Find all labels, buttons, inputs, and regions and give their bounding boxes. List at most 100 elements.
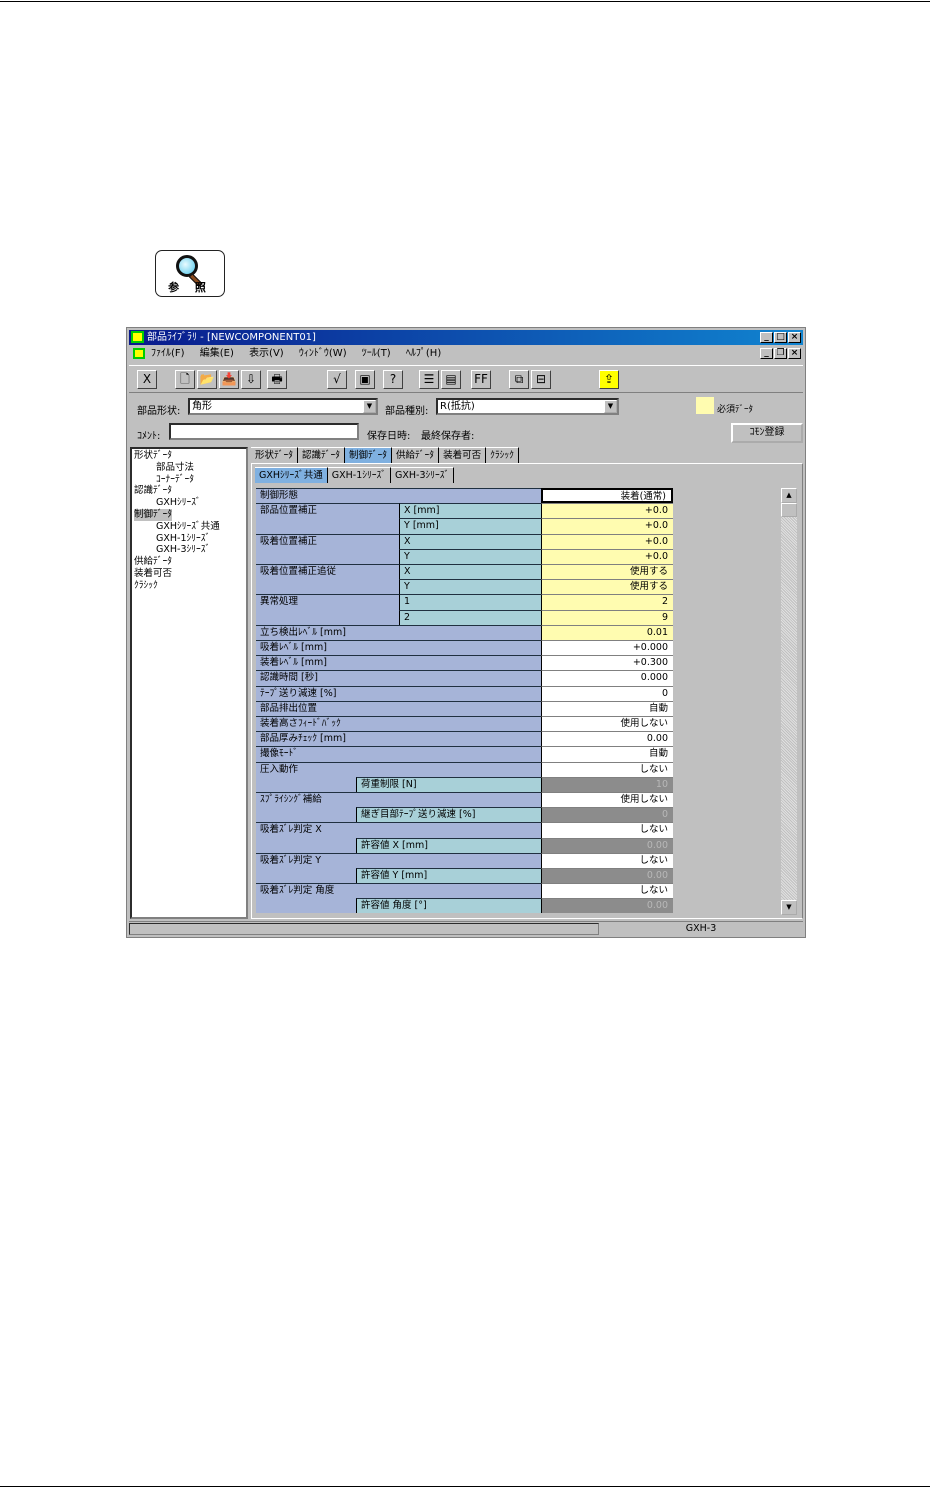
row-value[interactable]: 0.000 xyxy=(541,670,673,686)
row-value[interactable]: 使用する xyxy=(541,579,673,595)
subtab-item[interactable]: GXH-1ｼﾘｰｽﾞ xyxy=(327,467,392,483)
doc-close-button[interactable]: × xyxy=(788,348,801,359)
grid-row: 吸着ｽﾞﾚ判定 X しない xyxy=(256,822,673,838)
print-button[interactable]: 🖶 xyxy=(267,370,287,389)
close-button[interactable]: X xyxy=(137,370,157,389)
type-select[interactable]: R(抵抗) ▼ xyxy=(436,398,619,415)
check-button[interactable]: √ xyxy=(327,370,347,389)
row-value: 0 xyxy=(541,807,673,823)
export-button[interactable]: ⇪ xyxy=(599,370,619,389)
row-sublabel: 継ぎ目部ﾃｰﾌﾟ送り減速 [%] xyxy=(356,807,541,823)
grid-row: 装着高さﾌｨｰﾄﾞﾊﾞｯｸ 使用しない xyxy=(256,716,673,732)
subtab-item[interactable]: GXHｼﾘｰｽﾞ共通 xyxy=(255,467,328,483)
minimize-button[interactable]: _ xyxy=(760,332,773,343)
image-view-button[interactable]: ▤ xyxy=(441,370,461,389)
tree-item[interactable]: 形状ﾃﾞｰﾀ xyxy=(134,450,244,462)
cascade-window-button[interactable]: ⧉ xyxy=(509,370,529,389)
row-value[interactable]: 0.01 xyxy=(541,624,673,640)
chevron-down-icon[interactable]: ▼ xyxy=(363,400,376,413)
row-value[interactable]: 自動 xyxy=(541,746,673,762)
tab-item[interactable]: ｸﾗｼｯｸ xyxy=(486,447,519,463)
tree-item[interactable]: ｸﾗｼｯｸ xyxy=(134,580,244,592)
menu-help[interactable]: ﾍﾙﾌﾟ(H) xyxy=(406,348,441,359)
row-value[interactable]: +0.0 xyxy=(541,548,673,564)
row-value[interactable]: 使用しない xyxy=(541,792,673,808)
open-folder-button[interactable]: 📂 xyxy=(197,370,217,389)
row-value[interactable]: 2 xyxy=(541,594,673,610)
grid-row: 許容値 角度 [°] 0.00 xyxy=(256,898,673,913)
new-file-button[interactable]: 🗋 xyxy=(175,370,195,389)
app-icon xyxy=(131,331,144,343)
row-value[interactable]: 0.00 xyxy=(541,731,673,747)
tile-window-button[interactable]: ⊟ xyxy=(531,370,551,389)
row-label: 立ち検出ﾚﾍﾞﾙ [mm] xyxy=(256,624,541,640)
grid-row: 部品厚みﾁｪｯｸ [mm] 0.00 xyxy=(256,731,673,747)
tab-item[interactable]: 制御ﾃﾞｰﾀ xyxy=(345,447,393,463)
shape-select[interactable]: 角形 ▼ xyxy=(188,398,378,415)
row-value[interactable]: しない xyxy=(541,852,673,868)
scroll-up-icon[interactable]: ▲ xyxy=(781,488,797,503)
row-value[interactable]: しない xyxy=(541,822,673,838)
tree-item[interactable]: 制御ﾃﾞｰﾀ xyxy=(134,508,173,521)
row-value[interactable]: +0.0 xyxy=(541,503,673,519)
row-value[interactable]: 自動 xyxy=(541,700,673,716)
tree-item[interactable]: GXH-1ｼﾘｰｽﾞ xyxy=(134,533,244,545)
tab-item[interactable]: 供給ﾃﾞｰﾀ xyxy=(392,447,440,463)
menu-file[interactable]: ﾌｧｲﾙ(F) xyxy=(151,348,185,359)
grid-row: 異常処理 1 2 xyxy=(256,594,673,610)
common-register-button[interactable]: ｺﾓﾝ登録 xyxy=(731,423,803,443)
tree-item[interactable]: 装着可否 xyxy=(134,568,244,580)
row-value[interactable]: 装着(通常) xyxy=(541,488,673,504)
row-value[interactable]: しない xyxy=(541,761,673,777)
scroll-down-icon[interactable]: ▼ xyxy=(781,900,797,915)
row-value[interactable]: 9 xyxy=(541,609,673,625)
row-value[interactable]: 0 xyxy=(541,685,673,701)
comment-input[interactable] xyxy=(169,423,359,440)
doc-restore-button[interactable]: ❐ xyxy=(774,348,787,359)
row-value[interactable]: 使用する xyxy=(541,564,673,580)
required-legend-label: 必須ﾃﾞｰﾀ xyxy=(717,405,754,415)
subtab-item[interactable]: GXH-3ｼﾘｰｽﾞ xyxy=(391,467,455,483)
page-top-rule xyxy=(0,1,930,2)
tab-item[interactable]: 形状ﾃﾞｰﾀ xyxy=(251,447,299,463)
help-button[interactable]: ? xyxy=(383,370,403,389)
scroll-thumb[interactable] xyxy=(781,503,797,517)
tree-item[interactable]: ｺｰﾅｰﾃﾞｰﾀ xyxy=(134,474,244,486)
component-button[interactable]: ▣ xyxy=(355,370,375,389)
open-library-button[interactable]: 📥 xyxy=(219,370,239,389)
row-value[interactable]: +0.0 xyxy=(541,533,673,549)
tree-item[interactable]: 供給ﾃﾞｰﾀ xyxy=(134,556,244,568)
maximize-button[interactable]: □ xyxy=(774,332,787,343)
row-sublabel: 許容値 X [mm] xyxy=(356,837,541,853)
grid-row: ﾃｰﾌﾟ送り減速 [%] 0 xyxy=(256,685,673,701)
menu-edit[interactable]: 編集(E) xyxy=(200,348,234,359)
font-button[interactable]: FF xyxy=(471,370,491,389)
row-value[interactable]: +0.000 xyxy=(541,640,673,656)
menu-view[interactable]: 表示(V) xyxy=(249,348,284,359)
tree-item[interactable]: GXHｼﾘｰｽﾞ共通 xyxy=(134,521,244,533)
tree-item[interactable]: 部品寸法 xyxy=(134,462,244,474)
row-value[interactable]: +0.0 xyxy=(541,518,673,534)
tree-view-button[interactable]: ☰ xyxy=(419,370,439,389)
import-button[interactable]: ⇩ xyxy=(241,370,261,389)
tree-view-icon: ☰ xyxy=(423,372,435,386)
vertical-scrollbar[interactable]: ▲ ▼ xyxy=(781,488,797,915)
row-value[interactable]: 使用しない xyxy=(541,716,673,732)
row-value[interactable]: +0.300 xyxy=(541,655,673,671)
row-label: 制御形態 xyxy=(256,488,541,504)
row-value[interactable]: しない xyxy=(541,883,673,899)
grid-row: Y 使用する xyxy=(256,579,673,595)
tree-item[interactable]: 認識ﾃﾞｰﾀ xyxy=(134,485,244,497)
tab-item[interactable]: 装着可否 xyxy=(439,447,487,463)
tab-item[interactable]: 認識ﾃﾞｰﾀ xyxy=(298,447,346,463)
row-label: 異常処理 xyxy=(256,594,399,610)
menu-window[interactable]: ｳｨﾝﾄﾞｳ(W) xyxy=(299,348,347,359)
close-button[interactable]: × xyxy=(788,332,801,343)
tree-item[interactable]: GXH-3ｼﾘｰｽﾞ xyxy=(134,544,244,556)
menu-tools[interactable]: ﾂｰﾙ(T) xyxy=(362,348,391,359)
row-label: 吸着ｽﾞﾚ判定 角度 xyxy=(256,883,541,899)
grid-row: 制御形態 装着(通常) xyxy=(256,488,673,504)
chevron-down-icon[interactable]: ▼ xyxy=(604,400,617,413)
tree-item[interactable]: GXHｼﾘｰｽﾞ xyxy=(134,497,244,509)
doc-minimize-button[interactable]: _ xyxy=(760,348,773,359)
